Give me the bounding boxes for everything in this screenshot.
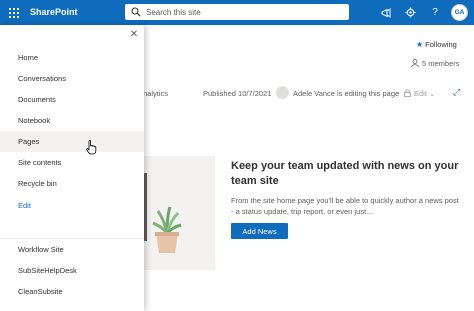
star-icon: ★ bbox=[416, 40, 424, 49]
search-icon bbox=[131, 7, 141, 17]
edit-button[interactable]: Edit ⌄ bbox=[404, 89, 435, 98]
news-description: From the site home page you'll be able t… bbox=[231, 196, 459, 216]
nav-item-pages[interactable]: Pages bbox=[0, 131, 144, 152]
following-label: Following bbox=[425, 40, 457, 49]
nav-item-site-contents[interactable]: Site contents bbox=[0, 152, 144, 173]
person-icon bbox=[411, 59, 419, 68]
hand-pointer-icon bbox=[86, 140, 97, 155]
editing-status: Adele Vance is editing this page bbox=[293, 89, 400, 98]
gear-icon[interactable] bbox=[399, 0, 421, 25]
waffle-icon[interactable] bbox=[0, 0, 28, 25]
search-box[interactable] bbox=[125, 4, 349, 20]
edit-label: Edit bbox=[414, 89, 427, 98]
search-input[interactable] bbox=[146, 6, 336, 18]
suite-bar: SharePoint ? GA bbox=[0, 0, 474, 25]
app-name[interactable]: SharePoint bbox=[30, 7, 78, 17]
avatar[interactable]: GA bbox=[451, 4, 468, 21]
news-title: Keep your team updated with news on your… bbox=[231, 160, 459, 187]
nav-item-conversations[interactable]: Conversations bbox=[0, 68, 144, 89]
nav-item-recycle-bin[interactable]: Recycle bin bbox=[0, 173, 144, 194]
members-label: 5 members bbox=[422, 59, 460, 68]
add-news-button[interactable]: Add News bbox=[231, 223, 288, 239]
chevron-down-icon: ⌄ bbox=[429, 89, 436, 98]
page-info-bar: nalytics Published 10/7/2021 Adele Vance… bbox=[143, 86, 474, 102]
expand-icon[interactable]: ⤢ bbox=[453, 87, 460, 98]
nav-item-workflow-site[interactable]: Workflow Site bbox=[0, 239, 144, 260]
nav-item-subsitehelpdesk[interactable]: SubSiteHelpDesk bbox=[0, 260, 144, 281]
analytics-link[interactable]: nalytics bbox=[143, 89, 168, 98]
nav-item-notebook[interactable]: Notebook bbox=[0, 110, 144, 131]
megaphone-icon[interactable] bbox=[375, 0, 397, 25]
help-icon[interactable]: ? bbox=[424, 0, 446, 25]
members-button[interactable]: 5 members bbox=[411, 59, 460, 68]
published-date: Published 10/7/2021 bbox=[203, 89, 272, 98]
plant-illustration bbox=[152, 206, 182, 253]
nav-edit-link[interactable]: Edit bbox=[0, 195, 144, 216]
nav-item-cleansubsite[interactable]: CleanSubsite bbox=[0, 281, 144, 302]
navigation-panel: ✕ Home Conversations Documents Notebook … bbox=[0, 25, 144, 311]
nav-item-documents[interactable]: Documents bbox=[0, 89, 144, 110]
follow-button[interactable]: ★ Following bbox=[416, 40, 457, 49]
nav-item-home[interactable]: Home bbox=[0, 47, 144, 68]
close-icon[interactable]: ✕ bbox=[128, 29, 140, 41]
lock-icon bbox=[404, 89, 411, 97]
editor-avatar bbox=[276, 86, 289, 99]
